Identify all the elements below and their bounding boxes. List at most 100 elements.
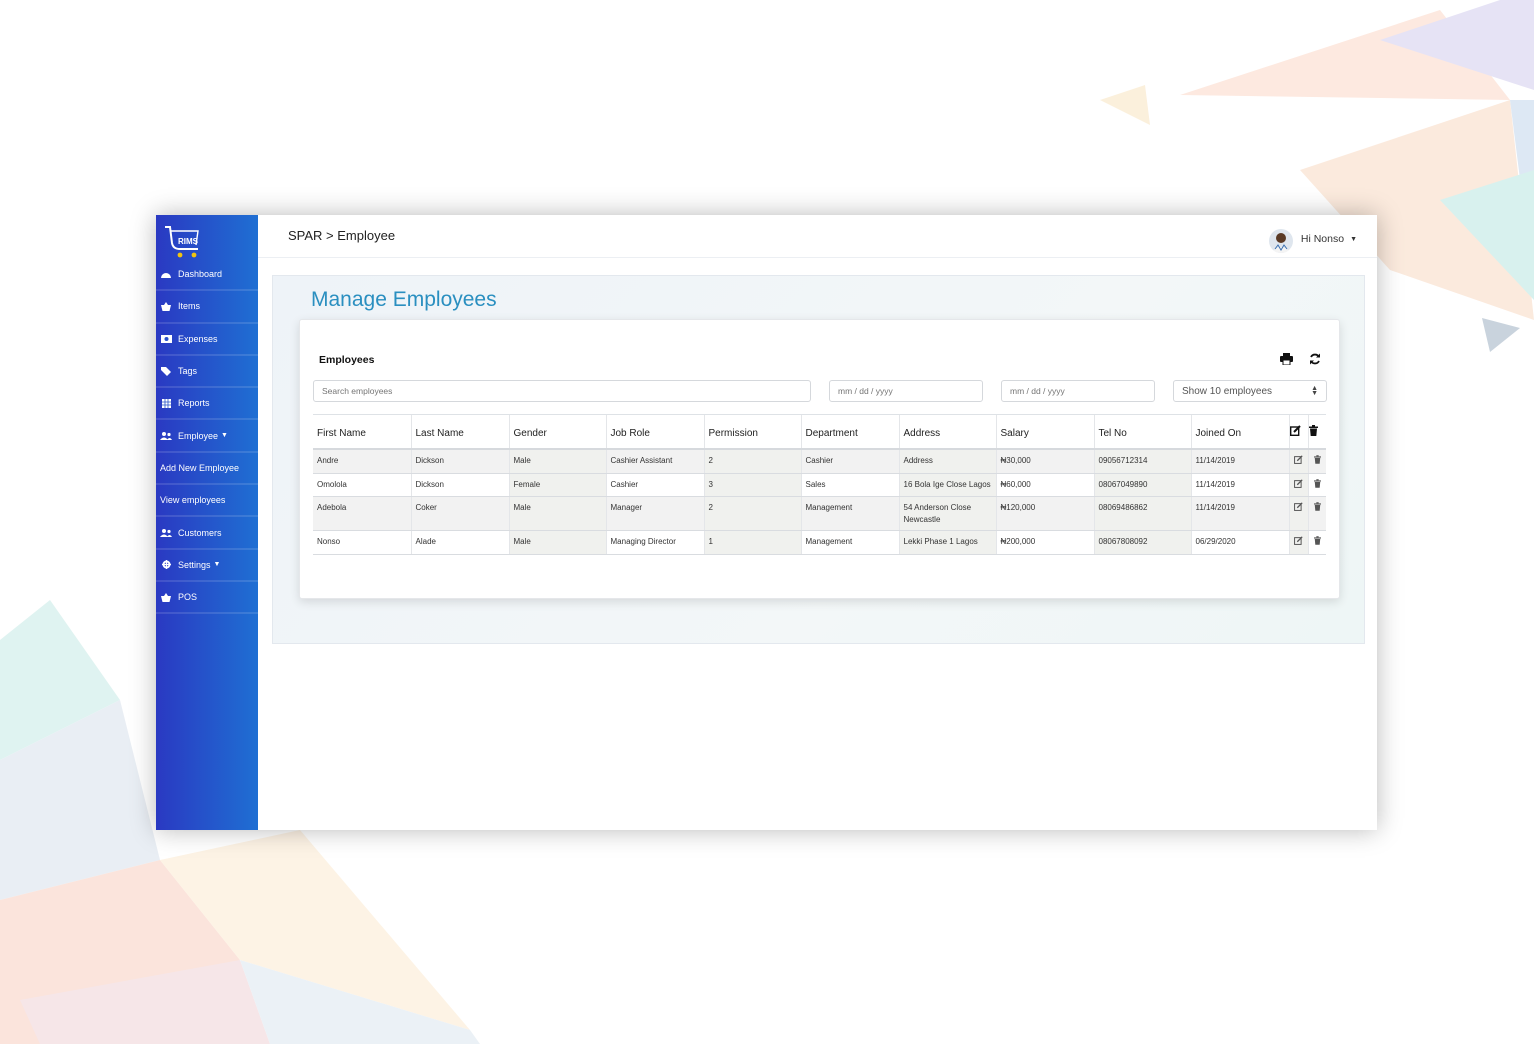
edit-button[interactable] xyxy=(1288,496,1308,531)
money-icon xyxy=(160,334,172,344)
card-tools xyxy=(1280,352,1321,370)
cell-permission: 2 xyxy=(703,496,801,531)
cell-first-name: Adebola xyxy=(313,496,411,531)
sidebar-item-expenses[interactable]: Expenses xyxy=(156,324,258,356)
trash-icon xyxy=(1313,536,1321,547)
cell-job-role: Cashier xyxy=(605,473,704,497)
basket-icon xyxy=(160,301,172,311)
sidebar-item-label: Customers xyxy=(178,527,222,538)
sidebar-item-reports[interactable]: Reports xyxy=(156,388,258,421)
sidebar-item-employee[interactable]: Employee ▼ xyxy=(156,420,258,453)
cell-tel-no: 08067049890 xyxy=(1093,473,1191,497)
cell-department: Management xyxy=(800,496,899,531)
caret-down-icon: ▼ xyxy=(213,561,221,569)
logo-text: RIMS xyxy=(178,237,198,246)
sidebar-item-label: Tags xyxy=(178,366,198,377)
column-header[interactable]: Gender xyxy=(508,414,606,450)
sidebar-item-pos[interactable]: POS xyxy=(156,582,258,615)
date-from-wrapper xyxy=(829,380,983,402)
sidebar-item-label: Items xyxy=(178,301,201,312)
sidebar-item-view-employees[interactable]: View employees xyxy=(156,485,258,518)
sidebar-item-dashboard[interactable]: Dashboard xyxy=(156,259,258,292)
cell-last-name: Dickson xyxy=(410,473,509,497)
column-header[interactable]: Permission xyxy=(703,414,801,450)
cell-joined-on: 06/29/2020 xyxy=(1190,530,1289,555)
column-header[interactable]: Tel No xyxy=(1093,414,1191,450)
sidebar-item-label: Employee xyxy=(178,430,219,441)
column-header[interactable]: Address xyxy=(898,414,996,450)
cell-salary: ₦60,000 xyxy=(995,473,1094,497)
cell-job-role: Cashier Assistant xyxy=(605,449,704,474)
edit-icon xyxy=(1294,455,1303,466)
sidebar-item-label: View employees xyxy=(160,495,226,506)
user-menu[interactable]: Hi Nonso ▼ xyxy=(1268,225,1357,253)
sidebar-item-label: Add New Employee xyxy=(160,462,240,473)
cell-department: Sales xyxy=(800,473,899,497)
cell-job-role: Manager xyxy=(605,496,704,531)
app-window: RIMS Dashboard Items Expenses Tags Repor… xyxy=(156,215,1377,830)
page-size-select[interactable]: Show 10 employees ▲ ▼ xyxy=(1173,380,1327,402)
rims-logo[interactable]: RIMS xyxy=(162,221,202,263)
cell-address: 54 Anderson Close Newcastle xyxy=(898,496,996,531)
breadcrumb: SPAR > Employee xyxy=(288,228,396,243)
user-greeting: Hi Nonso xyxy=(1300,233,1345,245)
employees-table: First Name Last Name Gender Job Role Per… xyxy=(313,414,1326,555)
sidebar-item-label: Expenses xyxy=(178,333,218,344)
edit-icon xyxy=(1294,536,1303,547)
cell-address: Lekki Phase 1 Lagos xyxy=(898,530,996,555)
column-header[interactable]: Job Role xyxy=(605,414,704,450)
sidebar: RIMS Dashboard Items Expenses Tags Repor… xyxy=(156,215,258,830)
content-panel: Manage Employees Employees Show xyxy=(272,275,1365,644)
cell-gender: Male xyxy=(508,530,606,555)
cell-gender: Male xyxy=(508,496,606,531)
delete-button[interactable] xyxy=(1307,473,1326,497)
edit-header xyxy=(1288,414,1308,450)
sidebar-item-label: Settings xyxy=(178,559,211,570)
search-input-wrapper xyxy=(313,380,811,402)
date-to-input[interactable] xyxy=(1010,386,1146,396)
refresh-icon[interactable] xyxy=(1309,352,1321,370)
column-header[interactable]: Last Name xyxy=(410,414,509,450)
dashboard-icon xyxy=(160,269,172,279)
users-icon xyxy=(160,528,172,538)
search-input[interactable] xyxy=(322,386,802,396)
delete-button[interactable] xyxy=(1307,496,1326,531)
sidebar-item-items[interactable]: Items xyxy=(156,291,258,324)
edit-button[interactable] xyxy=(1288,473,1308,497)
cell-salary: ₦120,000 xyxy=(995,496,1094,531)
cell-address: Address xyxy=(898,449,996,474)
delete-button[interactable] xyxy=(1307,530,1326,555)
column-header[interactable]: First Name xyxy=(313,414,411,450)
print-icon[interactable] xyxy=(1280,352,1293,370)
table-row[interactable]: Adebola Coker Male Manager 2 Management … xyxy=(313,496,1326,531)
table-row[interactable]: Andre Dickson Male Cashier Assistant 2 C… xyxy=(313,449,1326,474)
cell-tel-no: 08069486862 xyxy=(1093,496,1191,531)
cell-job-role: Managing Director xyxy=(605,530,704,555)
cell-salary: ₦200,000 xyxy=(995,530,1094,555)
table-row[interactable]: Nonso Alade Male Managing Director 1 Man… xyxy=(313,530,1326,555)
edit-button[interactable] xyxy=(1288,449,1308,474)
column-header[interactable]: Department xyxy=(800,414,899,450)
cell-joined-on: 11/14/2019 xyxy=(1190,449,1289,474)
table-row[interactable]: Omolola Dickson Female Cashier 3 Sales 1… xyxy=(313,473,1326,497)
delete-button[interactable] xyxy=(1307,449,1326,474)
sidebar-nav: Dashboard Items Expenses Tags Reports Em… xyxy=(156,259,258,615)
sidebar-item-tags[interactable]: Tags xyxy=(156,356,258,389)
trash-icon xyxy=(1313,478,1321,490)
sidebar-item-add-new-employee[interactable]: Add New Employee xyxy=(156,453,258,486)
column-header[interactable]: Joined On xyxy=(1190,414,1289,450)
sidebar-item-settings[interactable]: Settings ▼ xyxy=(156,550,258,582)
date-to-wrapper xyxy=(1001,380,1155,402)
users-icon xyxy=(160,431,172,441)
cell-joined-on: 11/14/2019 xyxy=(1190,473,1289,497)
page-title: Manage Employees xyxy=(311,288,497,311)
grid-icon xyxy=(160,398,172,408)
caret-down-icon: ▼ xyxy=(221,432,228,440)
page-size-label: Show 10 employees xyxy=(1182,385,1273,397)
cell-department: Cashier xyxy=(800,449,899,474)
date-from-input[interactable] xyxy=(838,386,974,396)
column-header[interactable]: Salary xyxy=(995,414,1094,450)
cell-department: Management xyxy=(800,530,899,555)
sidebar-item-customers[interactable]: Customers xyxy=(156,517,258,550)
edit-button[interactable] xyxy=(1288,530,1308,555)
